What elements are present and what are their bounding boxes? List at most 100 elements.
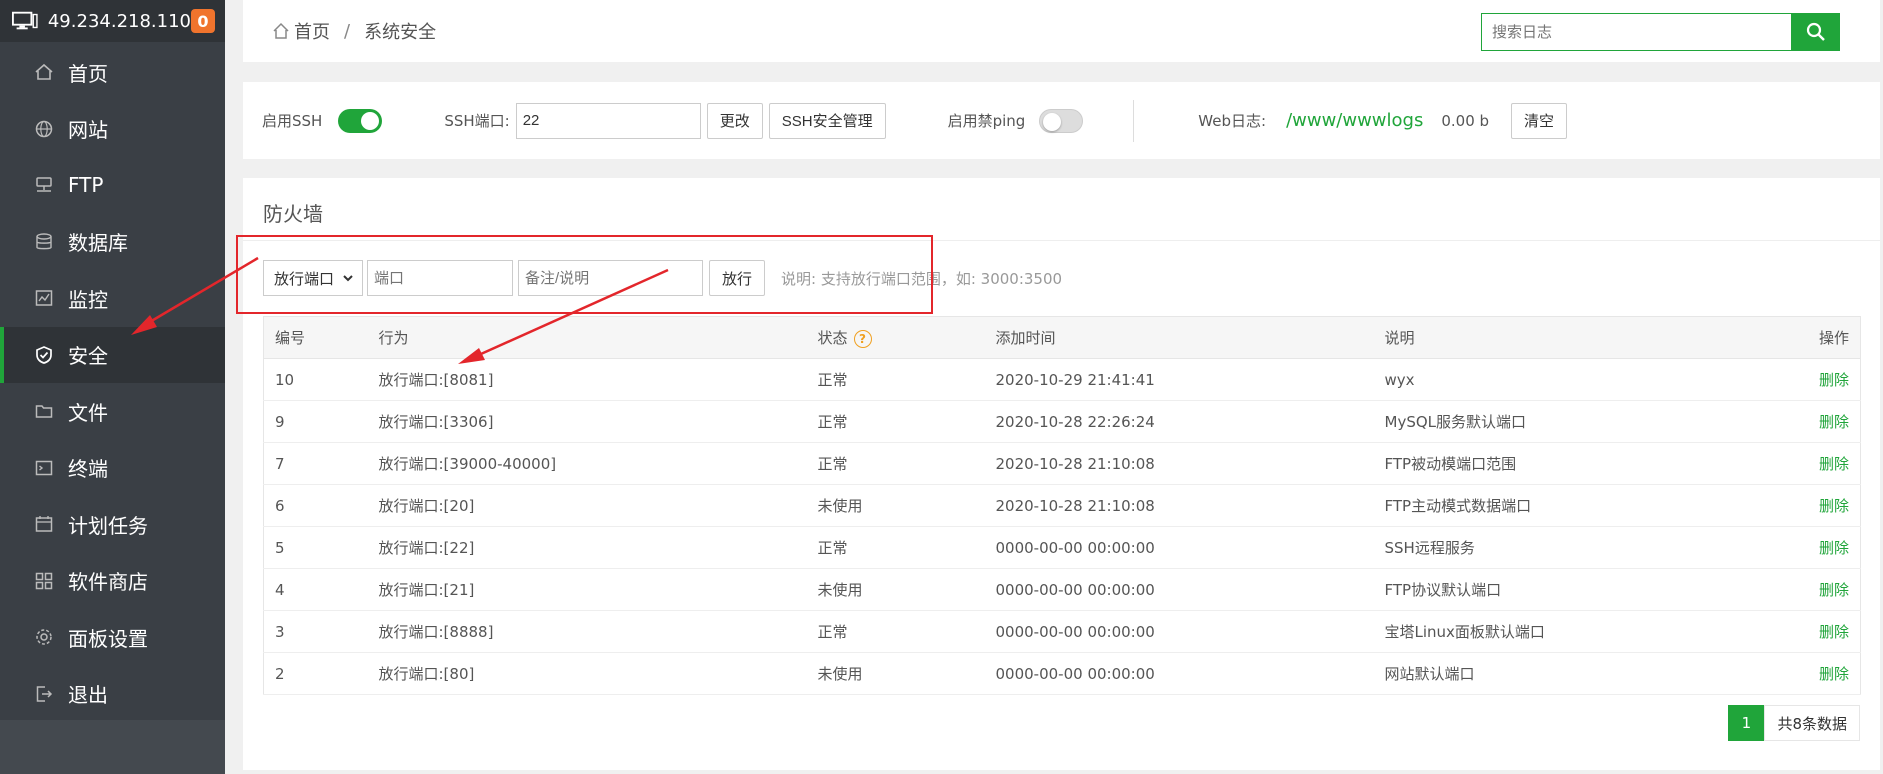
database-icon (34, 232, 54, 252)
breadcrumb: 首页 / 系统安全 (272, 18, 436, 44)
cell-desc: MySQL服务默认端口 (1384, 400, 1763, 443)
sidebar-item-label: 网站 (68, 118, 108, 143)
apps-icon (34, 571, 54, 591)
cell-status: 正常 (817, 610, 996, 653)
cell-time: 2020-10-28 21:10:08 (995, 484, 1385, 527)
cell-desc: 网站默认端口 (1384, 652, 1763, 695)
ssh-manage-button[interactable]: SSH安全管理 (768, 102, 886, 139)
page-current[interactable]: 1 (1728, 705, 1765, 741)
cell-desc: SSH远程服务 (1384, 526, 1763, 569)
table-body: 10 放行端口:[8081] 正常 2020-10-29 21:41:41 wyx 删除 9… (263, 358, 1861, 695)
sidebar-item-2[interactable]: FTP (0, 157, 225, 214)
sidebar-item-9[interactable]: 软件商店 (0, 553, 225, 610)
sidebar-item-label: 终端 (68, 457, 108, 482)
sidebar-item-3[interactable]: 数据库 (0, 214, 225, 271)
sidebar-footer (0, 720, 225, 774)
delete-link[interactable]: 删除 (1762, 526, 1861, 569)
logout-icon (34, 684, 54, 704)
gear-icon (34, 627, 54, 647)
cell-status: 正常 (817, 442, 996, 485)
cell-action: 放行端口:[3306] (378, 400, 818, 443)
cell-action: 放行端口:[8888] (378, 610, 818, 653)
cell-time: 0000-00-00 00:00:00 (995, 526, 1385, 569)
cell-status: 正常 (817, 526, 996, 569)
sidebar-item-label: 软件商店 (68, 570, 148, 595)
calendar-icon (34, 514, 54, 534)
search-button[interactable] (1792, 13, 1840, 51)
cell-id: 9 (263, 400, 379, 443)
toggle-knob (1043, 112, 1062, 131)
weblog-label: Web日志: (1198, 112, 1267, 130)
change-port-button[interactable]: 更改 (706, 102, 763, 139)
ssh-port-input[interactable] (515, 102, 701, 139)
sidebar-item-label: 监控 (68, 287, 108, 312)
cell-id: 4 (263, 568, 379, 611)
breadcrumb-home[interactable]: 首页 (294, 18, 330, 44)
cell-id: 7 (263, 442, 379, 485)
sidebar-item-11[interactable]: 退出 (0, 666, 225, 723)
sidebar-item-0[interactable]: 首页 (0, 44, 225, 101)
cell-id: 10 (263, 358, 379, 401)
log-search (1481, 13, 1840, 51)
cell-id: 5 (263, 526, 379, 569)
col-status: 状态? (817, 316, 996, 359)
weblog-path-link[interactable]: /www/wwwlogs (1286, 110, 1423, 131)
delete-link[interactable]: 删除 (1762, 400, 1861, 443)
cell-time: 0000-00-00 00:00:00 (995, 652, 1385, 695)
ssh-enable-label: 启用SSH (262, 112, 323, 130)
table-row: 7 放行端口:[39000-40000] 正常 2020-10-28 21:10:08… (263, 442, 1861, 485)
search-input[interactable] (1481, 13, 1792, 51)
globe-icon (34, 119, 54, 139)
sidebar-item-label: 面板设置 (68, 626, 148, 651)
sidebar-item-1[interactable]: 网站 (0, 101, 225, 158)
cell-time: 2020-10-29 21:41:41 (995, 358, 1385, 401)
toggle-knob (361, 111, 380, 130)
ping-toggle[interactable] (1039, 108, 1084, 133)
cell-time: 2020-10-28 22:26:24 (995, 400, 1385, 443)
delete-link[interactable]: 删除 (1762, 442, 1861, 485)
col-status-label: 状态 (817, 329, 848, 347)
weblog-size: 0.00 b (1441, 111, 1490, 130)
breadcrumb-current: 系统安全 (364, 22, 437, 43)
host-bar: 49.234.218.110 0 (0, 0, 225, 42)
cell-action: 放行端口:[21] (378, 568, 818, 611)
sidebar-item-label: 文件 (68, 400, 108, 425)
table-header: 编号 行为 状态? 添加时间 说明 操作 (263, 316, 1861, 359)
cell-id: 6 (263, 484, 379, 527)
cell-status: 未使用 (817, 568, 996, 611)
delete-link[interactable]: 删除 (1762, 484, 1861, 527)
cell-action: 放行端口:[8081] (378, 358, 818, 401)
sidebar: 49.234.218.110 0 首页网站 FTP 数据库监控安全文件终端计划任务软… (0, 0, 225, 774)
clear-logs-button[interactable]: 清空 (1511, 102, 1568, 139)
sidebar-item-label: FTP (68, 173, 104, 198)
cell-desc: 宝塔Linux面板默认端口 (1384, 610, 1763, 653)
sidebar-item-4[interactable]: 监控 (0, 270, 225, 327)
sidebar-item-8[interactable]: 计划任务 (0, 496, 225, 553)
sidebar-item-6[interactable]: 文件 (0, 383, 225, 440)
col-time: 添加时间 (995, 316, 1385, 359)
sidebar-item-10[interactable]: 面板设置 (0, 609, 225, 666)
pagination: 1 共8条数据 (1728, 705, 1860, 741)
notification-badge[interactable]: 0 (191, 9, 215, 33)
cell-time: 2020-10-28 21:10:08 (995, 442, 1385, 485)
sidebar-item-label: 首页 (68, 61, 108, 86)
ssh-toggle[interactable] (338, 108, 383, 133)
breadcrumb-panel: 首页 / 系统安全 (243, 0, 1880, 62)
help-icon[interactable]: ? (853, 329, 872, 348)
delete-link[interactable]: 删除 (1762, 610, 1861, 653)
cell-status: 正常 (817, 358, 996, 401)
home-icon (273, 22, 289, 39)
sidebar-item-7[interactable]: 终端 (0, 440, 225, 497)
delete-link[interactable]: 删除 (1762, 358, 1861, 401)
delete-link[interactable]: 删除 (1762, 568, 1861, 611)
col-op: 操作 (1762, 316, 1861, 359)
cell-action: 放行端口:[39000-40000] (378, 442, 818, 485)
sidebar-item-5[interactable]: 安全 (0, 326, 225, 383)
cell-desc: FTP被动模端口范围 (1384, 442, 1763, 485)
col-id: 编号 (263, 316, 379, 359)
table-row: 3 放行端口:[8888] 正常 0000-00-00 00:00:00 宝塔Linux… (263, 610, 1861, 653)
delete-link[interactable]: 删除 (1762, 652, 1861, 695)
page-total: 共8条数据 (1764, 705, 1860, 741)
ftp-icon (34, 175, 54, 195)
table-row: 4 放行端口:[21] 未使用 0000-00-00 00:00:00 FTP协议默认端… (263, 568, 1861, 611)
